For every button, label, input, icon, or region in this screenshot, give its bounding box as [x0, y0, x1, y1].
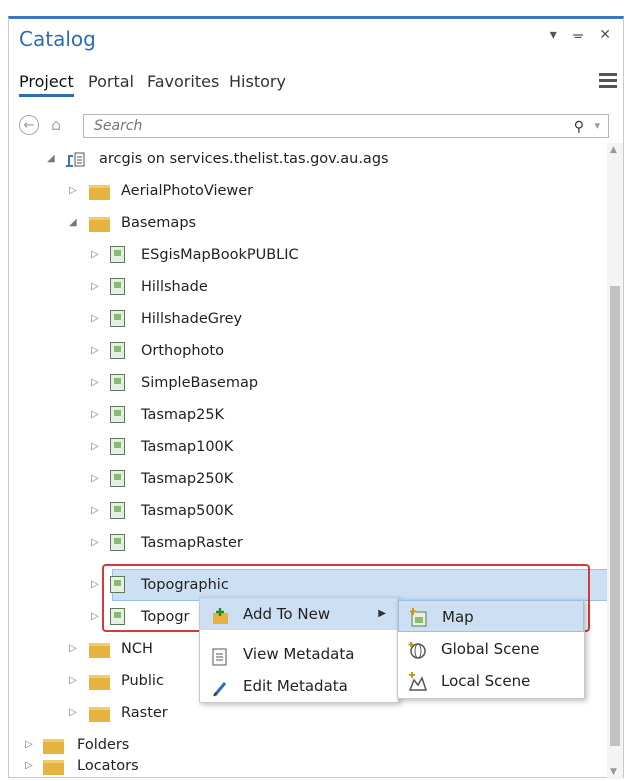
collapsed-arrow-icon[interactable]: ▷: [91, 242, 99, 268]
folder-icon: [89, 707, 110, 722]
tree-node-label: NCH: [121, 641, 153, 657]
map-service-icon: [110, 576, 125, 593]
tree-node-label: Orthophoto: [141, 343, 224, 359]
collapsed-arrow-icon[interactable]: ▷: [91, 572, 99, 598]
menu-item-label: Map: [442, 608, 474, 626]
map-service-icon: [110, 502, 125, 519]
tree-node-label: Hillshade: [141, 279, 208, 295]
locators-icon: [43, 760, 64, 775]
expanded-arrow-icon[interactable]: ◢: [47, 146, 55, 172]
add-to-new-submenu: Map Global Scene Local Scene: [397, 599, 585, 699]
collapsed-arrow-icon[interactable]: ▷: [91, 306, 99, 332]
tree-node-label: Raster: [121, 705, 168, 721]
map-service-icon: [110, 438, 125, 455]
menu-item-label: Local Scene: [441, 672, 531, 690]
menu-item-edit-metadata[interactable]: Edit Metadata: [200, 670, 398, 702]
catalog-pane: Catalog ▾ ᚚ ✕ Project Portal Favorites H…: [8, 16, 624, 779]
submenu-item-map[interactable]: Map: [398, 600, 584, 632]
pane-title: Catalog: [19, 27, 96, 51]
map-service-icon: [110, 310, 125, 327]
collapsed-arrow-icon[interactable]: ▷: [69, 668, 77, 694]
scrollbar-thumb[interactable]: [610, 286, 620, 746]
map-service-icon: [110, 470, 125, 487]
tree-node-label: HillshadeGrey: [141, 311, 243, 327]
tree-node-label: Tasmap250K: [141, 471, 234, 487]
context-menu: Add To New ▶ View Metadata Edit Metadata: [199, 597, 399, 703]
collapsed-arrow-icon[interactable]: ▷: [91, 338, 99, 364]
home-icon[interactable]: ⌂: [51, 115, 61, 134]
tree-node-label: Topographic: [141, 577, 229, 593]
collapsed-arrow-icon[interactable]: ▷: [91, 402, 99, 428]
tree-node-label: Tasmap500K: [141, 503, 234, 519]
menu-item-label: Global Scene: [441, 640, 540, 658]
map-service-icon: [110, 342, 125, 359]
collapsed-arrow-icon[interactable]: ▷: [91, 370, 99, 396]
tree-node-label: Locators: [77, 758, 139, 774]
tree-node-label: TasmapRaster: [141, 535, 243, 551]
pencil-icon: [212, 677, 230, 709]
collapsed-arrow-icon[interactable]: ▷: [69, 178, 77, 204]
folders-icon: [43, 739, 64, 754]
search-icon[interactable]: ⚲: [574, 116, 584, 138]
tab-project[interactable]: Project: [19, 72, 74, 97]
map-service-icon: [110, 406, 125, 423]
map-service-icon: [110, 246, 125, 263]
collapsed-arrow-icon[interactable]: ▷: [91, 274, 99, 300]
tab-history[interactable]: History: [229, 72, 286, 91]
collapsed-arrow-icon[interactable]: ▷: [91, 498, 99, 524]
submenu-item-local-scene[interactable]: Local Scene: [398, 665, 584, 697]
tree-node-label: Topogr: [141, 609, 190, 625]
hamburger-menu-icon[interactable]: [599, 73, 617, 89]
collapsed-arrow-icon[interactable]: ▷: [91, 604, 99, 630]
collapsed-arrow-icon[interactable]: ▷: [91, 466, 99, 492]
folder-icon: [89, 217, 110, 232]
tree-node-label: Tasmap25K: [141, 407, 225, 423]
tree-node-label: ESgisMapBookPUBLIC: [141, 247, 299, 263]
scroll-down-icon[interactable]: ▼: [610, 767, 617, 777]
folder-icon: [89, 675, 110, 690]
vertical-scrollbar[interactable]: ▲ ▼: [607, 143, 623, 779]
folder-icon: [89, 643, 110, 658]
add-icon: [212, 605, 230, 637]
menu-item-label: Edit Metadata: [243, 677, 348, 695]
folder-icon: [89, 185, 110, 200]
menu-item-label: View Metadata: [243, 645, 355, 663]
menu-item-view-metadata[interactable]: View Metadata: [200, 638, 398, 670]
submenu-item-global-scene[interactable]: Global Scene: [398, 633, 584, 665]
search-row: ← ⌂ ⚲ ▾: [19, 114, 609, 140]
back-arrow-icon[interactable]: ←: [19, 115, 39, 135]
collapsed-arrow-icon[interactable]: ▷: [91, 530, 99, 556]
menu-item-add-to-new[interactable]: Add To New ▶: [200, 598, 398, 630]
search-box: ⚲ ▾: [83, 114, 609, 138]
map-service-icon: [110, 608, 125, 625]
menu-item-label: Add To New: [243, 605, 331, 623]
collapsed-arrow-icon[interactable]: ▷: [69, 636, 77, 662]
tree-node-label: AerialPhotoViewer: [121, 183, 254, 199]
map-service-icon: [110, 278, 125, 295]
collapsed-arrow-icon[interactable]: ▷: [25, 753, 33, 779]
tree-node-label: Tasmap100K: [141, 439, 234, 455]
server-connection-icon: [65, 151, 87, 167]
map-service-icon: [110, 534, 125, 551]
submenu-arrow-icon: ▶: [378, 608, 386, 619]
expanded-arrow-icon[interactable]: ◢: [69, 210, 77, 236]
tree-node-label: Basemaps: [121, 215, 197, 231]
search-input[interactable]: [92, 117, 556, 135]
collapsed-arrow-icon[interactable]: ▷: [69, 700, 77, 726]
local-scene-icon: [408, 671, 428, 703]
tree-node-label: arcgis on services.thelist.tas.gov.au.ag…: [99, 151, 389, 167]
search-dropdown-icon[interactable]: ▾: [594, 115, 600, 137]
tab-favorites[interactable]: Favorites: [147, 72, 219, 91]
tree-node-label: SimpleBasemap: [141, 375, 259, 391]
scroll-up-icon[interactable]: ▲: [610, 145, 617, 155]
tab-portal[interactable]: Portal: [88, 72, 134, 91]
tree-node-label: Public: [121, 673, 164, 689]
collapsed-arrow-icon[interactable]: ▷: [91, 434, 99, 460]
map-service-icon: [110, 374, 125, 391]
pane-window-controls[interactable]: ▾ ᚚ ✕: [550, 27, 617, 43]
